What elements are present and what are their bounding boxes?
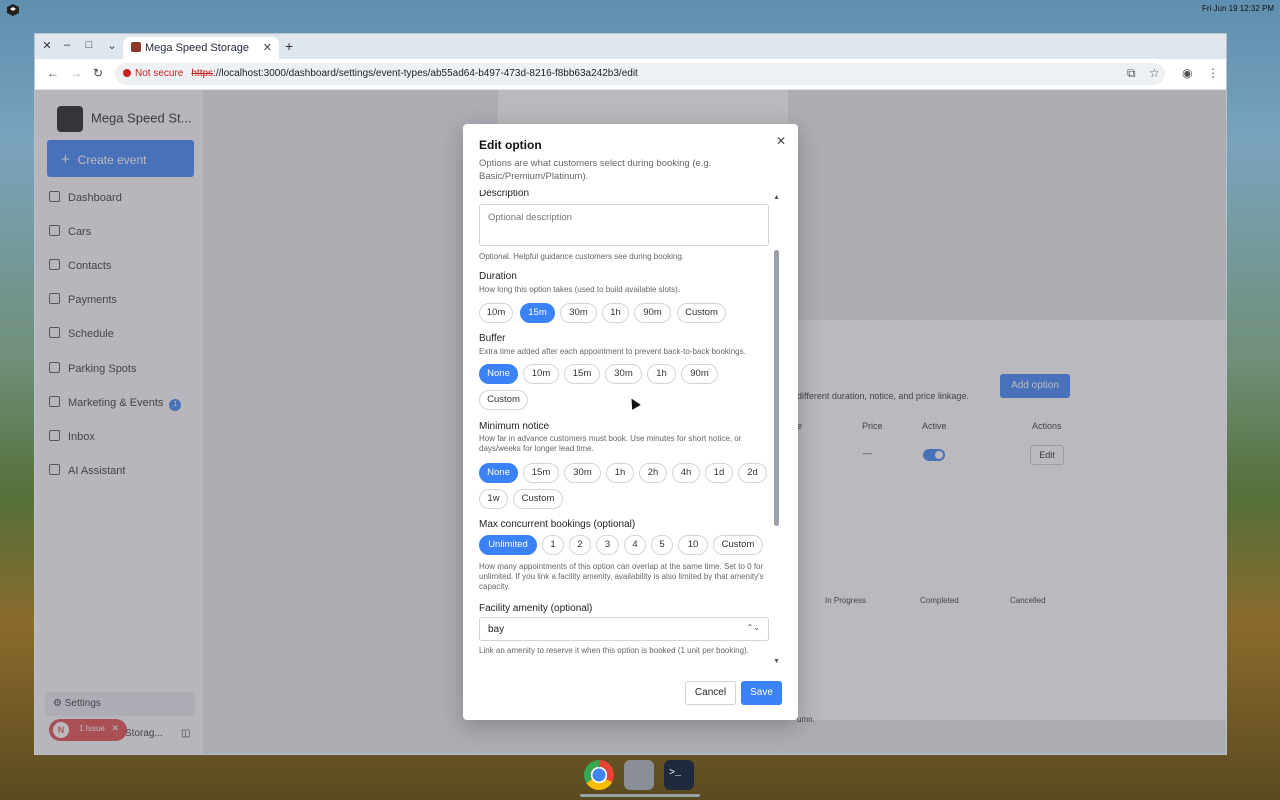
scrollbar-thumb[interactable] [774,250,779,526]
description-textarea[interactable]: Optional description [479,204,769,246]
tab-title: Mega Speed Storage [145,42,249,54]
notice-help: How far in advance customers must book. … [479,434,742,453]
amenity-label: Facility amenity (optional) [479,603,593,614]
system-clock: Fri Jun 19 12:32 PM [1201,4,1274,13]
system-logo-icon[interactable] [6,3,20,17]
cancel-button[interactable]: Cancel [685,681,736,705]
concurrent-option[interactable]: 2 [569,535,591,555]
buffer-option[interactable]: None [479,364,518,384]
concurrent-option[interactable]: 4 [624,535,646,555]
description-help: Optional. Helpful guidance customers see… [479,252,685,261]
dock-indicator [580,794,700,797]
close-tab-icon[interactable]: ✕ [263,41,272,54]
amenity-help: Link an amenity to reserve it when this … [479,646,749,655]
notice-option[interactable]: 1w [479,489,508,509]
notice-option[interactable]: 1d [705,463,733,483]
duration-option[interactable]: 30m [560,303,597,323]
new-tab-icon[interactable]: + [285,38,293,54]
warning-icon [123,69,131,77]
concurrent-option[interactable]: 1 [542,535,564,555]
close-icon[interactable]: ✕ [776,134,786,148]
concurrent-label: Max concurrent bookings (optional) [479,519,636,530]
concurrent-option[interactable]: Unlimited [479,535,537,555]
scroll-down-icon[interactable]: ▼ [773,658,780,665]
terminal-icon[interactable]: >_ [664,760,694,790]
dock: >_ [580,758,700,798]
menu-kebab-icon[interactable]: ⋮ [1207,66,1219,80]
reload-icon[interactable]: ↻ [93,66,103,80]
security-warning[interactable]: Not secure [123,68,183,79]
files-icon[interactable] [624,760,654,790]
duration-option[interactable]: 10m [479,303,513,323]
save-button[interactable]: Save [741,681,782,705]
notice-option[interactable]: 30m [564,463,601,483]
browser-tab[interactable]: Mega Speed Storage ✕ [123,37,279,59]
concurrent-option[interactable]: 10 [678,535,708,555]
duration-option[interactable]: 90m [634,303,671,323]
back-icon[interactable]: ← [47,66,59,80]
notice-option[interactable]: 2d [738,463,767,483]
duration-help: How long this option takes (used to buil… [479,285,680,294]
duration-option[interactable]: Custom [677,303,726,323]
minimize-window-icon[interactable]: – [60,39,74,51]
duration-option[interactable]: 15m [520,303,555,323]
maximize-window-icon[interactable]: □ [82,39,96,51]
concurrent-help: How many appointments of this option can… [479,562,764,591]
url-text: ://localhost:3000/dashboard/settings/eve… [213,68,638,79]
address-bar[interactable]: Not secure https://localhost:3000/dashboa… [115,63,1165,85]
buffer-option[interactable]: 10m [523,364,559,384]
forward-icon[interactable]: → [70,66,82,80]
concurrent-option[interactable]: Custom [713,535,763,555]
concurrent-option[interactable]: 3 [596,535,619,555]
url-scheme: https [191,68,214,79]
close-window-icon[interactable]: ✕ [40,39,54,52]
notice-option[interactable]: None [479,463,518,483]
install-app-icon[interactable]: ⧉ [1127,66,1136,81]
browser-toolbar: ← → ↻ Not secure https://localhost:3000/d… [35,59,1226,90]
notice-option[interactable]: 2h [639,463,667,483]
concurrent-option[interactable]: 5 [651,535,673,555]
notice-option[interactable]: Custom [513,489,563,509]
tab-list-chevron-icon[interactable]: ⌄ [105,39,119,52]
notice-label: Minimum notice [479,421,550,432]
notice-option[interactable]: 4h [672,463,700,483]
dialog-subtitle: Options are what customers select during… [479,158,712,182]
tab-strip: ✕ – □ ⌄ Mega Speed Storage ✕ + [35,34,1226,59]
buffer-option[interactable]: 1h [647,364,676,384]
select-chevron-icon: ⌃⌄ [746,623,760,632]
amenity-select[interactable]: bay ⌃⌄ [479,617,769,641]
description-label: Description [479,190,530,199]
notice-option[interactable]: 15m [523,463,559,483]
duration-option[interactable]: 1h [602,303,629,323]
edit-option-dialog: Edit option ✕ Options are what customers… [463,124,798,720]
buffer-option[interactable]: 15m [564,364,600,384]
duration-label: Duration [479,271,517,282]
site-favicon-icon [131,42,141,52]
buffer-help: Extra time added after each appointment … [479,347,746,356]
notice-option[interactable]: 1h [606,463,634,483]
system-top-bar: Fri Jun 19 12:32 PM [0,0,1280,20]
chrome-icon[interactable] [584,760,614,790]
buffer-label: Buffer [479,333,506,344]
dialog-scroll-area[interactable]: Description Optional description Optiona… [463,190,798,668]
buffer-option[interactable]: 30m [605,364,642,384]
dialog-title: Edit option [479,138,542,152]
profile-icon[interactable]: ◉ [1182,66,1192,80]
bookmark-star-icon[interactable]: ☆ [1149,66,1160,80]
buffer-option[interactable]: Custom [479,390,528,410]
buffer-option[interactable]: 90m [681,364,718,384]
